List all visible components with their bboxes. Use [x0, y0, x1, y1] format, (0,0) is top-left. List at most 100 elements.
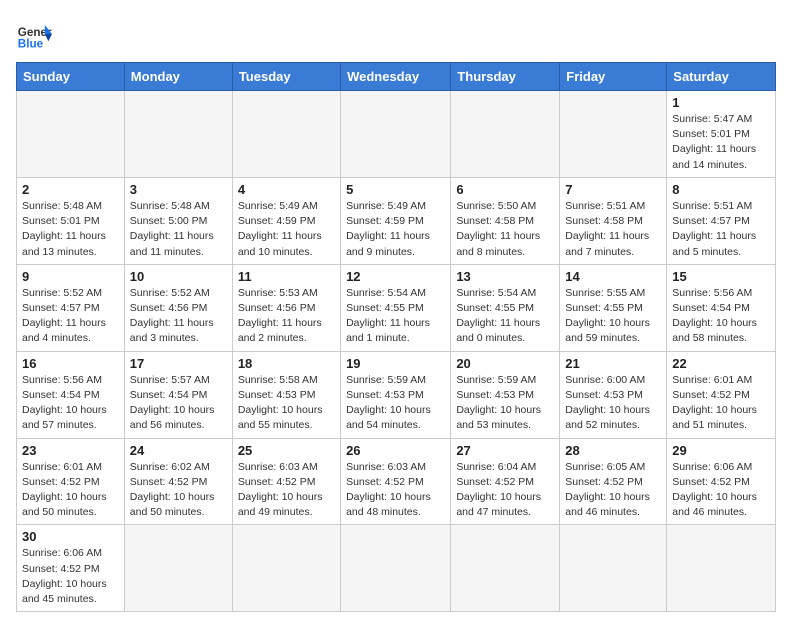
day-info: Sunrise: 6:01 AM Sunset: 4:52 PM Dayligh… — [22, 460, 119, 521]
day-number: 2 — [22, 182, 119, 197]
day-number: 13 — [456, 269, 554, 284]
calendar-cell: 28 Sunrise: 6:05 AM Sunset: 4:52 PM Dayli… — [560, 438, 667, 525]
day-number: 8 — [672, 182, 770, 197]
calendar-cell — [667, 525, 776, 612]
calendar-cell: 30 Sunrise: 6:06 AM Sunset: 4:52 PM Dayli… — [17, 525, 125, 612]
calendar-cell — [124, 525, 232, 612]
day-info: Sunrise: 6:00 AM Sunset: 4:53 PM Dayligh… — [565, 373, 661, 434]
calendar-cell: 19 Sunrise: 5:59 AM Sunset: 4:53 PM Dayli… — [341, 351, 451, 438]
calendar-cell: 1Sunrise: 5:47 AM Sunset: 5:01 PM Daylig… — [667, 91, 776, 178]
day-info: Sunrise: 5:59 AM Sunset: 4:53 PM Dayligh… — [456, 373, 554, 434]
day-of-week-header: Tuesday — [232, 63, 340, 91]
calendar-table: SundayMondayTuesdayWednesdayThursdayFrid… — [16, 62, 776, 612]
day-number: 14 — [565, 269, 661, 284]
day-number: 3 — [130, 182, 227, 197]
day-number: 28 — [565, 443, 661, 458]
calendar-cell: 2 Sunrise: 5:48 AM Sunset: 5:01 PM Daylig… — [17, 177, 125, 264]
calendar-cell: 13Sunrise: 5:54 AM Sunset: 4:55 PM Dayli… — [451, 264, 560, 351]
day-info: Sunrise: 5:56 AM Sunset: 4:54 PM Dayligh… — [22, 373, 119, 434]
day-info: Sunrise: 5:51 AM Sunset: 4:57 PM Dayligh… — [672, 199, 770, 260]
calendar-cell: 25 Sunrise: 6:03 AM Sunset: 4:52 PM Dayli… — [232, 438, 340, 525]
day-number: 1 — [672, 95, 770, 110]
day-number: 16 — [22, 356, 119, 371]
calendar-cell — [451, 525, 560, 612]
logo-icon: General Blue — [16, 16, 52, 52]
calendar-cell — [560, 91, 667, 178]
day-info: Sunrise: 5:49 AM Sunset: 4:59 PM Dayligh… — [238, 199, 335, 260]
day-info: Sunrise: 5:52 AM Sunset: 4:56 PM Dayligh… — [130, 286, 227, 347]
calendar-cell: 26 Sunrise: 6:03 AM Sunset: 4:52 PM Dayli… — [341, 438, 451, 525]
day-info: Sunrise: 5:57 AM Sunset: 4:54 PM Dayligh… — [130, 373, 227, 434]
calendar-cell: 6 Sunrise: 5:50 AM Sunset: 4:58 PM Daylig… — [451, 177, 560, 264]
day-info: Sunrise: 5:54 AM Sunset: 4:55 PM Dayligh… — [346, 286, 445, 347]
calendar-cell: 21 Sunrise: 6:00 AM Sunset: 4:53 PM Dayli… — [560, 351, 667, 438]
day-number: 25 — [238, 443, 335, 458]
day-number: 19 — [346, 356, 445, 371]
calendar-cell: 17Sunrise: 5:57 AM Sunset: 4:54 PM Dayli… — [124, 351, 232, 438]
calendar-cell — [341, 525, 451, 612]
day-info: Sunrise: 5:48 AM Sunset: 5:01 PM Dayligh… — [22, 199, 119, 260]
calendar-cell: 16 Sunrise: 5:56 AM Sunset: 4:54 PM Dayli… — [17, 351, 125, 438]
day-number: 27 — [456, 443, 554, 458]
calendar-cell — [341, 91, 451, 178]
day-number: 12 — [346, 269, 445, 284]
calendar-cell — [17, 91, 125, 178]
day-info: Sunrise: 6:05 AM Sunset: 4:52 PM Dayligh… — [565, 460, 661, 521]
day-number: 7 — [565, 182, 661, 197]
calendar-cell: 3 Sunrise: 5:48 AM Sunset: 5:00 PM Daylig… — [124, 177, 232, 264]
day-info: Sunrise: 5:50 AM Sunset: 4:58 PM Dayligh… — [456, 199, 554, 260]
day-info: Sunrise: 5:56 AM Sunset: 4:54 PM Dayligh… — [672, 286, 770, 347]
day-of-week-header: Saturday — [667, 63, 776, 91]
day-number: 29 — [672, 443, 770, 458]
day-of-week-header: Monday — [124, 63, 232, 91]
calendar-cell — [560, 525, 667, 612]
calendar-cell: 4 Sunrise: 5:49 AM Sunset: 4:59 PM Daylig… — [232, 177, 340, 264]
day-info: Sunrise: 5:59 AM Sunset: 4:53 PM Dayligh… — [346, 373, 445, 434]
day-number: 30 — [22, 529, 119, 544]
day-number: 18 — [238, 356, 335, 371]
calendar-cell: 14 Sunrise: 5:55 AM Sunset: 4:55 PM Dayli… — [560, 264, 667, 351]
day-number: 22 — [672, 356, 770, 371]
day-number: 9 — [22, 269, 119, 284]
day-info: Sunrise: 5:52 AM Sunset: 4:57 PM Dayligh… — [22, 286, 119, 347]
day-number: 23 — [22, 443, 119, 458]
page-header: General Blue — [16, 16, 776, 52]
day-number: 10 — [130, 269, 227, 284]
day-info: Sunrise: 6:06 AM Sunset: 4:52 PM Dayligh… — [672, 460, 770, 521]
day-info: Sunrise: 6:03 AM Sunset: 4:52 PM Dayligh… — [238, 460, 335, 521]
calendar-cell: 23 Sunrise: 6:01 AM Sunset: 4:52 PM Dayli… — [17, 438, 125, 525]
day-info: Sunrise: 5:48 AM Sunset: 5:00 PM Dayligh… — [130, 199, 227, 260]
day-info: Sunrise: 6:04 AM Sunset: 4:52 PM Dayligh… — [456, 460, 554, 521]
day-info: Sunrise: 6:03 AM Sunset: 4:52 PM Dayligh… — [346, 460, 445, 521]
day-of-week-header: Sunday — [17, 63, 125, 91]
calendar-cell — [232, 91, 340, 178]
day-info: Sunrise: 6:06 AM Sunset: 4:52 PM Dayligh… — [22, 546, 119, 607]
calendar-cell: 8 Sunrise: 5:51 AM Sunset: 4:57 PM Daylig… — [667, 177, 776, 264]
calendar-cell — [232, 525, 340, 612]
calendar-cell: 12 Sunrise: 5:54 AM Sunset: 4:55 PM Dayli… — [341, 264, 451, 351]
day-of-week-header: Thursday — [451, 63, 560, 91]
day-of-week-header: Wednesday — [341, 63, 451, 91]
calendar-cell: 24Sunrise: 6:02 AM Sunset: 4:52 PM Dayli… — [124, 438, 232, 525]
calendar-cell: 29 Sunrise: 6:06 AM Sunset: 4:52 PM Dayli… — [667, 438, 776, 525]
day-info: Sunrise: 5:53 AM Sunset: 4:56 PM Dayligh… — [238, 286, 335, 347]
day-of-week-header: Friday — [560, 63, 667, 91]
day-number: 4 — [238, 182, 335, 197]
calendar-cell: 18 Sunrise: 5:58 AM Sunset: 4:53 PM Dayli… — [232, 351, 340, 438]
day-info: Sunrise: 6:01 AM Sunset: 4:52 PM Dayligh… — [672, 373, 770, 434]
day-info: Sunrise: 5:55 AM Sunset: 4:55 PM Dayligh… — [565, 286, 661, 347]
day-number: 20 — [456, 356, 554, 371]
day-info: Sunrise: 6:02 AM Sunset: 4:52 PM Dayligh… — [130, 460, 227, 521]
calendar-cell: 5Sunrise: 5:49 AM Sunset: 4:59 PM Daylig… — [341, 177, 451, 264]
day-info: Sunrise: 5:49 AM Sunset: 4:59 PM Dayligh… — [346, 199, 445, 260]
day-info: Sunrise: 5:58 AM Sunset: 4:53 PM Dayligh… — [238, 373, 335, 434]
day-info: Sunrise: 5:51 AM Sunset: 4:58 PM Dayligh… — [565, 199, 661, 260]
calendar-cell — [451, 91, 560, 178]
calendar-cell: 7 Sunrise: 5:51 AM Sunset: 4:58 PM Daylig… — [560, 177, 667, 264]
calendar-cell: 20 Sunrise: 5:59 AM Sunset: 4:53 PM Dayli… — [451, 351, 560, 438]
day-number: 15 — [672, 269, 770, 284]
svg-text:Blue: Blue — [18, 38, 44, 51]
day-number: 26 — [346, 443, 445, 458]
day-number: 21 — [565, 356, 661, 371]
day-number: 6 — [456, 182, 554, 197]
